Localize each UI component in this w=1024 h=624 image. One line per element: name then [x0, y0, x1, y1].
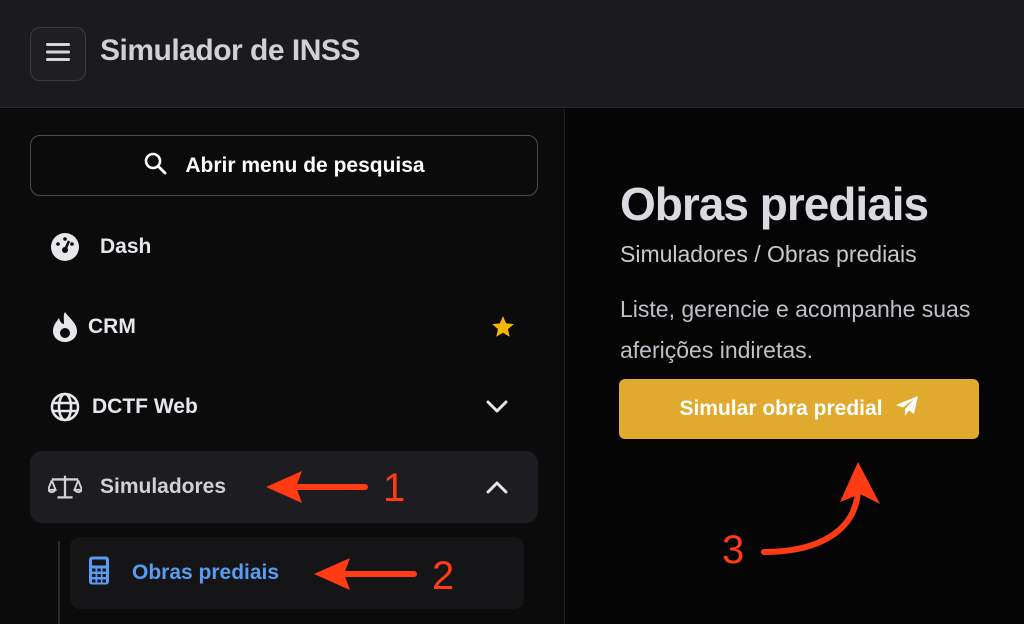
- main-content: Obras prediais Simuladores / Obras predi…: [566, 109, 1024, 624]
- search-menu-label: Abrir menu de pesquisa: [185, 153, 425, 177]
- fire-icon: [48, 310, 82, 344]
- chevron-down-icon[interactable]: [486, 400, 508, 414]
- sidebar: Abrir menu de pesquisa Dash CRM DCTF Web…: [0, 109, 565, 624]
- annotation-step-2: 2: [432, 554, 455, 598]
- app-header: Simulador de INSS: [0, 0, 1024, 108]
- app-title: Simulador de INSS: [100, 34, 360, 67]
- sidebar-item-label: DCTF Web: [92, 395, 198, 418]
- sidebar-item-label: CRM: [88, 315, 136, 338]
- hamburger-icon: [45, 41, 71, 68]
- chevron-up-icon[interactable]: [486, 480, 508, 494]
- submenu-guide-line: [58, 541, 60, 624]
- sidebar-item-dctf-web[interactable]: DCTF Web: [30, 371, 538, 443]
- sidebar-item-crm[interactable]: CRM: [30, 291, 538, 363]
- sidebar-item-dash[interactable]: Dash: [30, 211, 538, 283]
- sidebar-item-label: Dash: [100, 235, 152, 258]
- sidebar-item-label: Simuladores: [100, 475, 227, 498]
- globe-icon: [48, 390, 82, 424]
- annotation-step-1: 1: [383, 466, 406, 510]
- simulate-building-button[interactable]: Simular obra predial: [619, 379, 979, 439]
- cta-label: Simular obra predial: [679, 397, 883, 420]
- paper-plane-icon: [895, 395, 919, 423]
- breadcrumb: Simuladores / Obras prediais: [620, 241, 917, 267]
- search-menu-button[interactable]: Abrir menu de pesquisa: [30, 135, 538, 196]
- dashboard-icon: [48, 230, 82, 264]
- menu-toggle-button[interactable]: [30, 27, 86, 81]
- sidebar-item-simuladores[interactable]: Simuladores: [30, 451, 538, 523]
- star-icon[interactable]: [490, 314, 516, 340]
- sidebar-subitem-obras-prediais[interactable]: Obras prediais: [70, 537, 524, 609]
- page-description: Liste, gerencie e acompanhe suas aferiçõ…: [620, 296, 971, 363]
- scale-icon: [48, 470, 82, 504]
- calculator-icon: [88, 556, 110, 591]
- search-icon: [143, 151, 167, 181]
- annotation-step-3: 3: [722, 528, 745, 572]
- page-title: Obras prediais: [620, 178, 929, 230]
- sidebar-subitem-label: Obras prediais: [132, 561, 280, 584]
